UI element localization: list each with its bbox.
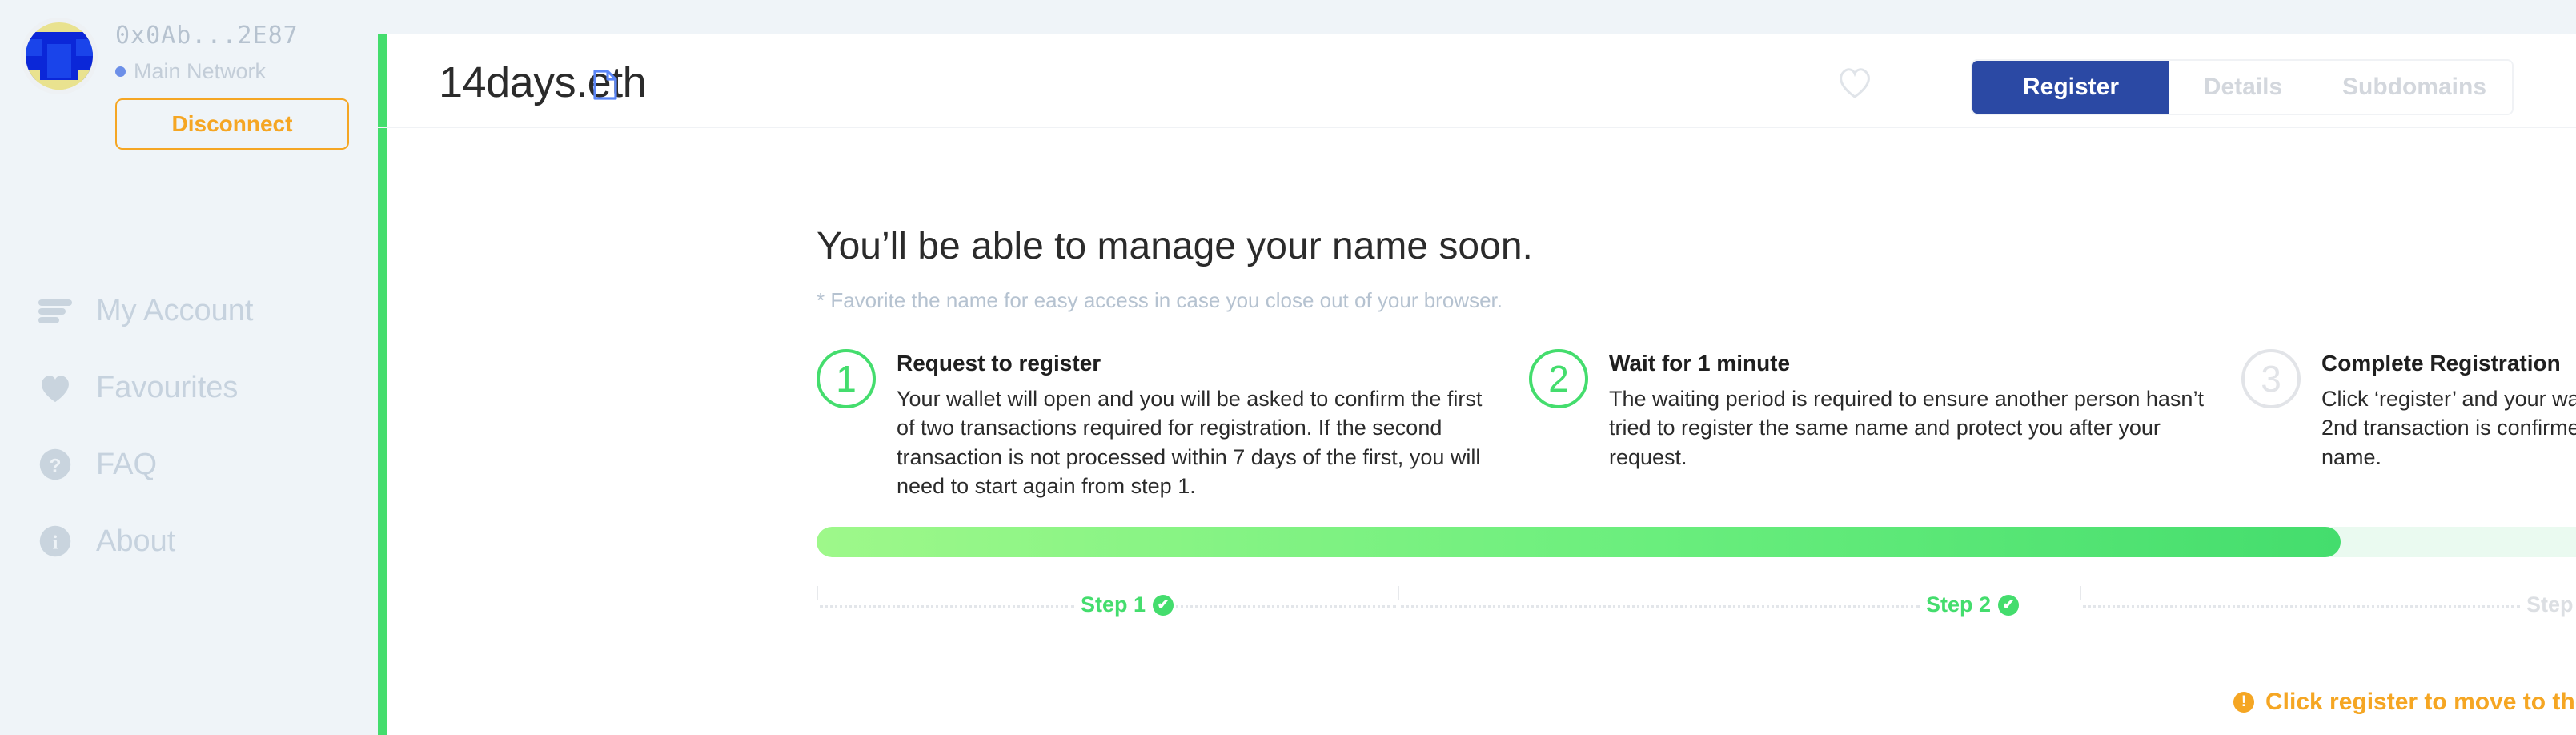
sidebar-item-about[interactable]: i About [37, 503, 253, 580]
tab-details[interactable]: Details [2169, 61, 2317, 114]
tab-register[interactable]: Register [1972, 61, 2169, 114]
wallet-address: 0x0Ab...2E87 [115, 22, 299, 50]
progress-markers: Step 1 ✔ Step 2 ✔ Step 3 ? [817, 586, 2576, 618]
marker-dots [1170, 605, 1396, 608]
info-circle-icon: i [37, 523, 74, 560]
account-panel: 0x0Ab...2E87 Main Network Disconnect [21, 18, 349, 150]
avatar [21, 18, 98, 94]
network-dot-icon [115, 66, 126, 77]
sidebar-item-label: FAQ [96, 447, 158, 481]
check-badge-icon: ✔ [1153, 594, 1174, 616]
card-header: 14days.eth Register Details Subdomains [378, 34, 2576, 128]
step-title: Request to register [897, 351, 1101, 376]
heart-icon [37, 369, 74, 406]
sidebar-item-my-account[interactable]: My Account [37, 272, 253, 349]
marker-dots [1401, 605, 1920, 608]
step-1: 1 Request to register Your wallet will o… [817, 349, 1529, 501]
step-marker-3: Step 3 ? [2526, 592, 2576, 617]
network-label: Main Network [134, 59, 267, 83]
marker-dots [2083, 605, 2520, 608]
sidebar-item-label: Favourites [96, 370, 239, 404]
marker-tick [817, 586, 818, 600]
registration-steps: 1 Request to register Your wallet will o… [817, 349, 2576, 501]
sidebar-item-label: About [96, 524, 176, 558]
step-description: The waiting period is required to ensure… [1609, 387, 2204, 469]
step-number-circle: 3 [2241, 349, 2301, 408]
subnote: * Favorite the name for easy access in c… [817, 288, 1503, 312]
content-card: 14days.eth Register Details Subdomains Y… [378, 34, 2576, 735]
view-tabs: Register Details Subdomains [1971, 59, 2514, 115]
warning-icon: ! [2233, 692, 2254, 713]
sidebar-item-faq[interactable]: ? FAQ [37, 426, 253, 503]
marker-tick [1398, 586, 1399, 600]
warning-message: ! Click register to move to the 3rd step [2233, 689, 2576, 716]
tab-subdomains[interactable]: Subdomains [2317, 61, 2512, 114]
progress-fill [817, 527, 2341, 557]
sidebar: 0x0Ab...2E87 Main Network Disconnect My [0, 0, 378, 735]
svg-text:?: ? [50, 456, 62, 477]
step-marker-2: Step 2 ✔ [1926, 592, 2020, 617]
step-marker-label: Step 3 [2526, 592, 2576, 617]
step-description: Click ‘register’ and your wallet will re… [2321, 387, 2576, 469]
check-badge-icon: ✔ [1998, 594, 2020, 616]
menu-lines-icon [37, 292, 74, 329]
step-number-circle: 2 [1529, 349, 1588, 408]
sidebar-nav: My Account Favourites ? FAQ i About [37, 272, 253, 580]
headline: You’ll be able to manage your name soon. [817, 225, 1533, 267]
marker-dots [820, 605, 1074, 608]
sidebar-item-favourites[interactable]: Favourites [37, 349, 253, 426]
step-description: Your wallet will open and you will be as… [897, 387, 1483, 499]
step-3: 3 Complete Registration Click ‘register’… [2241, 349, 2576, 501]
progress-track [817, 527, 2576, 557]
network-status: Main Network [115, 59, 349, 84]
favourite-heart-icon[interactable] [1836, 64, 1874, 103]
disconnect-button[interactable]: Disconnect [115, 98, 349, 150]
marker-tick [2080, 586, 2081, 600]
step-marker-label: Step 1 [1081, 592, 1146, 617]
step-title: Complete Registration [2321, 351, 2561, 376]
question-circle-icon: ? [37, 446, 74, 483]
step-marker-label: Step 2 [1926, 592, 1992, 617]
warning-text: Click register to move to the 3rd step [2265, 689, 2576, 715]
svg-text:i: i [53, 532, 58, 554]
step-2: 2 Wait for 1 minute The waiting period i… [1529, 349, 2241, 501]
app-root: 0x0Ab...2E87 Main Network Disconnect My [0, 0, 2576, 735]
document-copy-icon[interactable] [592, 69, 620, 105]
step-title: Wait for 1 minute [1609, 351, 1791, 376]
green-accent-bar [378, 34, 387, 735]
step-marker-1: Step 1 ✔ [1081, 592, 1174, 617]
step-number-circle: 1 [817, 349, 876, 408]
sidebar-item-label: My Account [96, 293, 254, 327]
